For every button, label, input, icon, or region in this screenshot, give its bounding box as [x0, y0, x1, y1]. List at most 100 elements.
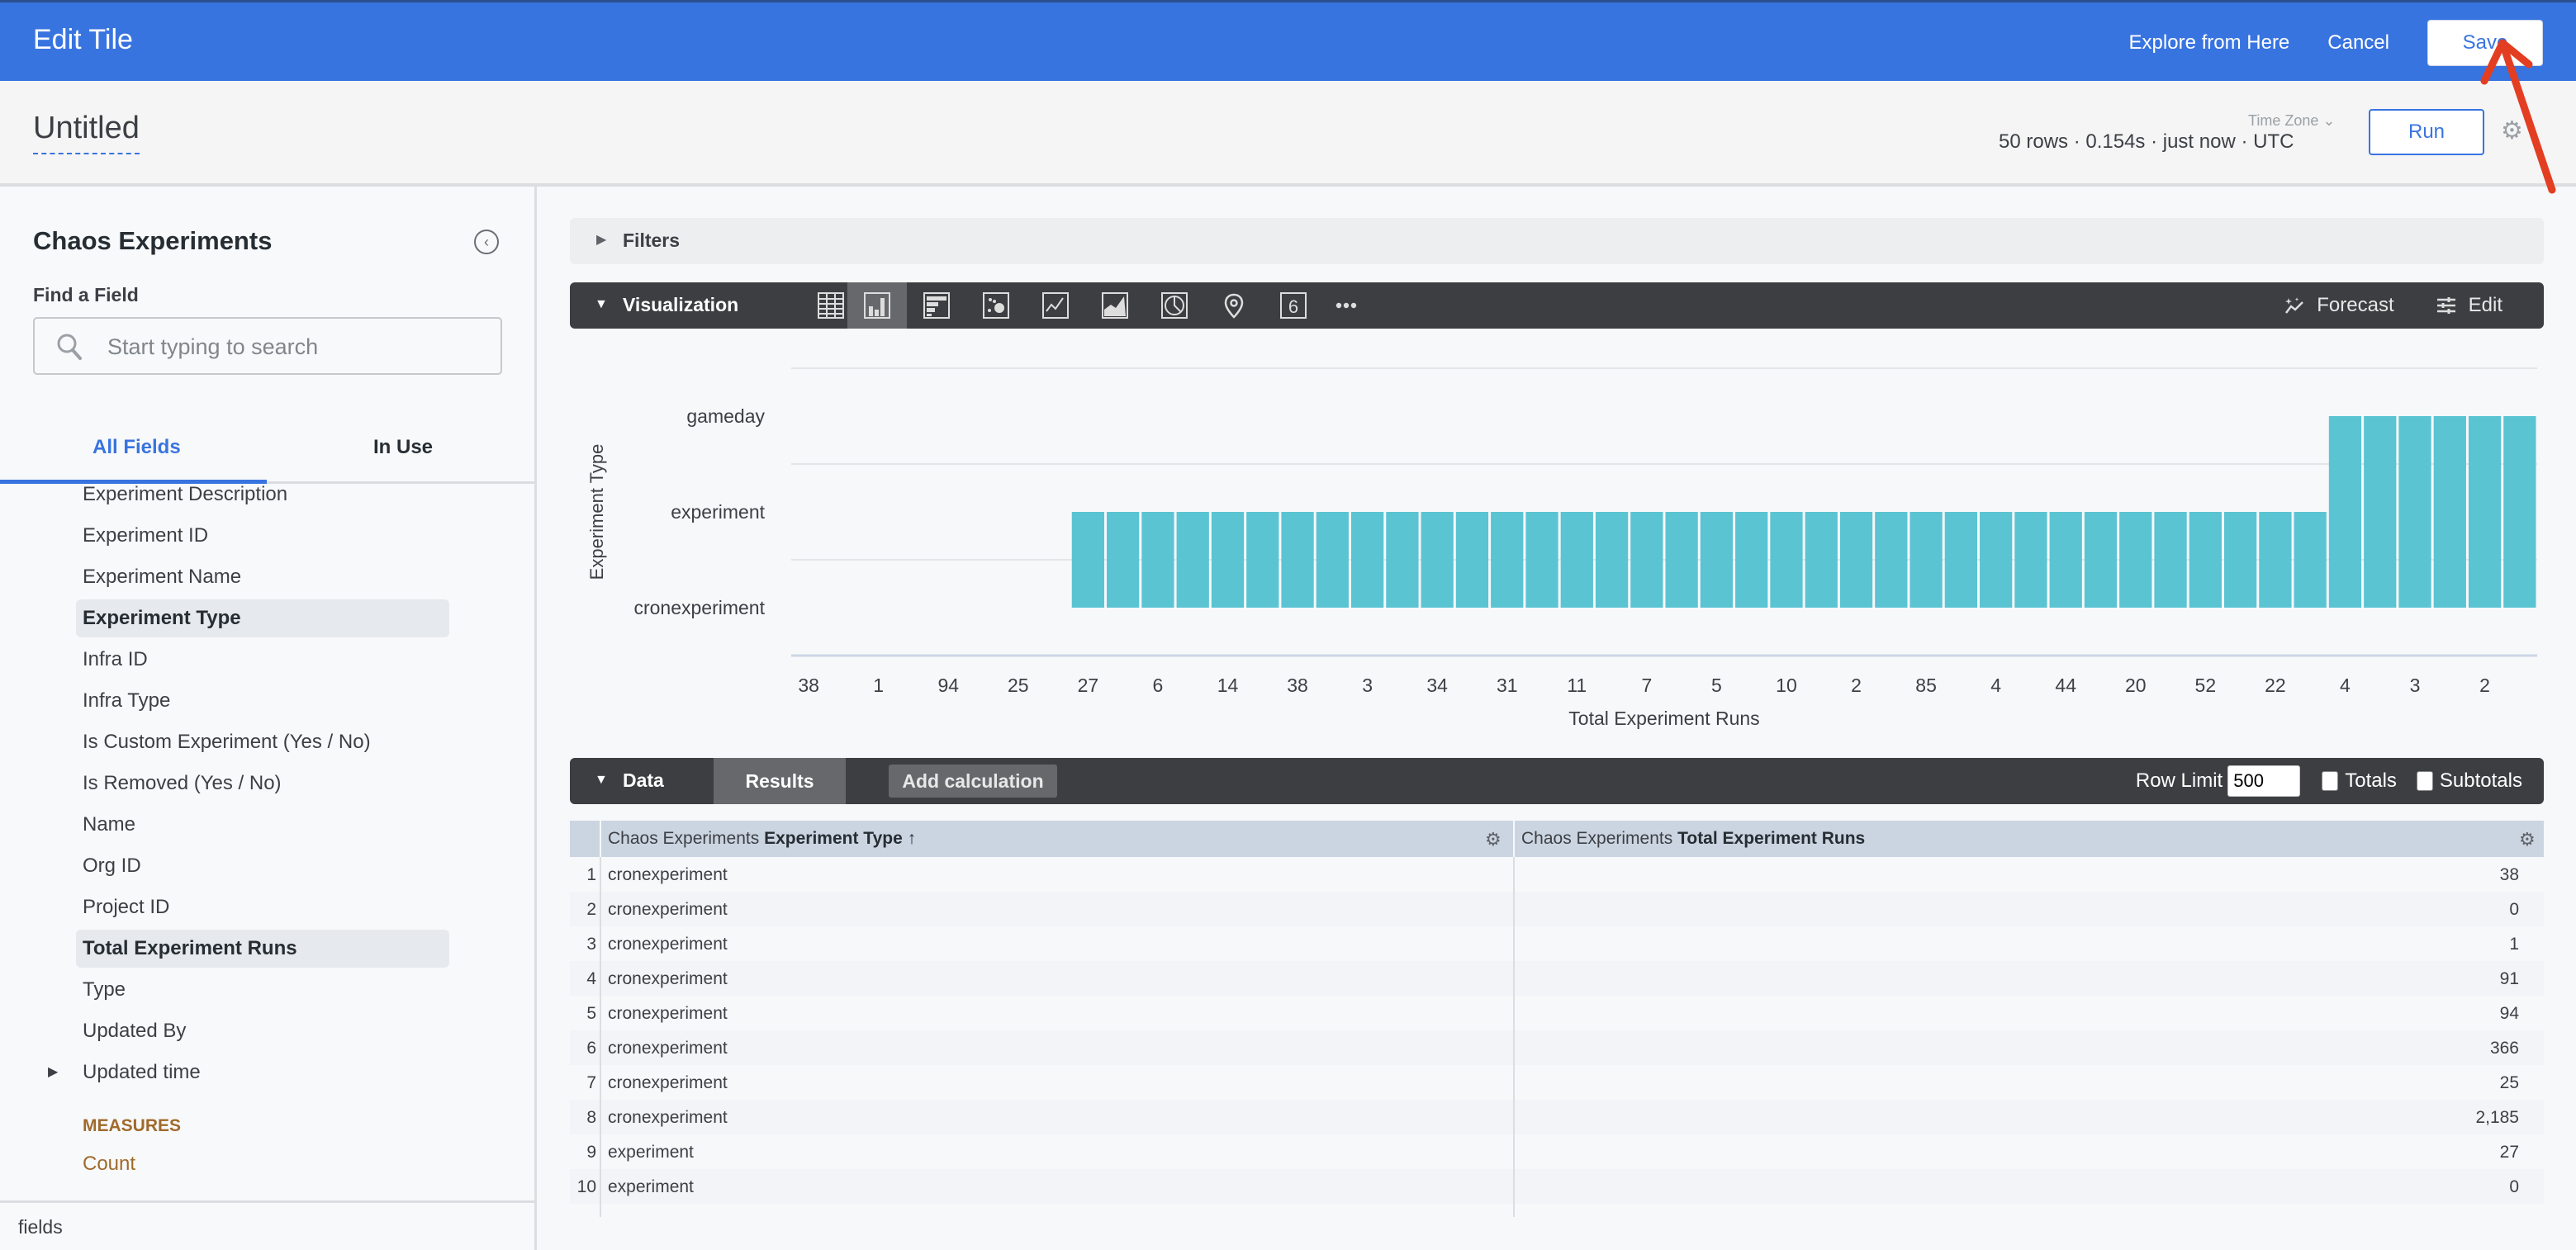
add-calculation-button[interactable]: Add calculation [889, 765, 1057, 798]
pie-chart-icon[interactable] [1145, 282, 1204, 329]
cell-total-runs[interactable]: 25 [2500, 1073, 2519, 1093]
more-icon[interactable] [1316, 282, 1376, 329]
row-limit-input[interactable] [2227, 765, 2301, 797]
data-toolbar: ▼ Data Results Add calculation Row Limit… [570, 758, 2544, 804]
single-value-icon[interactable]: 6 [1264, 282, 1323, 329]
bar [2189, 512, 2222, 608]
field-group-updated-time[interactable]: ▶ Updated time [48, 1054, 449, 1091]
x-tick-label: 94 [937, 675, 959, 696]
cell-total-runs[interactable]: 2,185 [2475, 1108, 2519, 1128]
gear-icon[interactable]: ⚙ [1485, 829, 1501, 850]
save-button[interactable]: Save [2427, 20, 2543, 66]
line-chart-icon[interactable] [1026, 282, 1085, 329]
column-chart: cronexperiment experiment gameday Experimen… [586, 367, 2537, 729]
explore-from-here-link[interactable]: Explore from Here [2129, 31, 2290, 54]
gear-icon[interactable]: ⚙ [2519, 829, 2536, 850]
cell-total-runs[interactable]: 0 [2509, 900, 2519, 920]
cell-total-runs[interactable]: 91 [2500, 969, 2519, 989]
field-item[interactable]: Is Removed (Yes / No) [76, 765, 449, 803]
x-tick-label: 2 [2479, 675, 2490, 696]
visualization-label[interactable]: Visualization [623, 294, 738, 316]
field-item-selected[interactable]: Total Experiment Runs [76, 930, 449, 968]
field-label: Experiment ID [83, 524, 209, 547]
cell-experiment-type[interactable]: cronexperiment [608, 935, 728, 954]
cell-total-runs[interactable]: 0 [2509, 1177, 2519, 1197]
forecast-button[interactable]: Forecast [2284, 294, 2394, 317]
cell-total-runs[interactable]: 27 [2500, 1143, 2519, 1162]
field-item[interactable]: Experiment Name [76, 558, 449, 596]
field-item[interactable]: Updated By [76, 1012, 449, 1050]
cell-experiment-type[interactable]: cronexperiment [608, 1039, 728, 1058]
caret-down-icon[interactable]: ▼ [595, 773, 608, 788]
tab-in-use[interactable]: In Use [373, 436, 433, 459]
field-item[interactable]: Infra Type [76, 682, 449, 720]
field-item[interactable]: Org ID [76, 847, 449, 885]
field-item[interactable]: Experiment ID [76, 517, 449, 555]
cell-experiment-type[interactable]: cronexperiment [608, 900, 728, 920]
table-row: 9 experiment 27 [570, 1134, 2544, 1169]
bar [1141, 512, 1174, 608]
column-chart-icon[interactable] [847, 282, 907, 329]
gear-icon[interactable]: ⚙ [2501, 119, 2526, 144]
field-item[interactable]: Name [76, 806, 449, 844]
bar [1980, 512, 2013, 608]
tab-results[interactable]: Results [714, 758, 846, 804]
field-item-selected[interactable]: Experiment Type [76, 599, 449, 637]
cell-experiment-type[interactable]: cronexperiment [608, 969, 728, 989]
cell-experiment-type[interactable]: cronexperiment [608, 1004, 728, 1024]
field-item[interactable]: Project ID [76, 888, 449, 926]
cell-total-runs[interactable]: 94 [2500, 1004, 2519, 1024]
cell-total-runs[interactable]: 1 [2509, 935, 2519, 954]
edit-viz-button[interactable]: Edit [2436, 294, 2502, 317]
collapse-sidebar-icon[interactable]: ‹ [474, 230, 499, 254]
data-label[interactable]: Data [623, 769, 664, 792]
svg-text:6: 6 [1288, 296, 1298, 317]
field-tabs: All Fields In Use [0, 418, 537, 484]
field-item[interactable]: Type [76, 971, 449, 1009]
cell-experiment-type[interactable]: cronexperiment [608, 865, 728, 885]
query-header: Untitled Time Zone ⌄ 50 rows · 0.154s · … [0, 81, 2576, 187]
sidebar-footer: fields [0, 1200, 537, 1250]
column-header-total-runs[interactable]: Chaos Experiments Total Experiment Runs [1521, 829, 1865, 849]
filters-section[interactable]: ▶ Filters [570, 218, 2544, 264]
cell-experiment-type[interactable]: cronexperiment [608, 1108, 728, 1128]
cell-total-runs[interactable]: 38 [2500, 865, 2519, 885]
cell-experiment-type[interactable]: experiment [608, 1177, 694, 1197]
x-tick-label: 4 [1990, 675, 2001, 696]
field-item[interactable]: Is Custom Experiment (Yes / No) [76, 723, 449, 761]
caret-down-icon[interactable]: ▼ [595, 297, 608, 312]
cell-experiment-type[interactable]: experiment [608, 1143, 694, 1162]
field-search-input[interactable] [107, 330, 487, 363]
measure-item[interactable]: Count [83, 1153, 135, 1176]
field-item[interactable]: Experiment Description [76, 476, 449, 514]
column-header-experiment-type[interactable]: Chaos Experiments Experiment Type ↑ [608, 829, 916, 849]
table-row: 5 cronexperiment 94 [570, 996, 2544, 1030]
tab-all-fields[interactable]: All Fields [93, 436, 181, 459]
cell-experiment-type[interactable]: cronexperiment [608, 1073, 728, 1093]
area-chart-icon[interactable] [1085, 282, 1145, 329]
tile-title-input[interactable]: Untitled [33, 111, 140, 154]
x-tick-label: 10 [1776, 675, 1797, 696]
x-tick-label: 14 [1217, 675, 1239, 696]
map-pin-icon[interactable] [1204, 282, 1264, 329]
y-tick-label: gameday [686, 405, 765, 427]
bar [2328, 416, 2362, 608]
row-number: 9 [586, 1143, 596, 1162]
bar [1944, 512, 1978, 608]
table-row: 3 cronexperiment 1 [570, 926, 2544, 961]
subtotals-checkbox[interactable] [2416, 771, 2433, 791]
cell-total-runs[interactable]: 366 [2490, 1039, 2519, 1058]
table-row: 1 cronexperiment 38 [570, 857, 2544, 892]
timezone-dropdown[interactable]: Time Zone ⌄ [2248, 112, 2335, 130]
bar [2468, 416, 2502, 608]
field-search[interactable] [33, 317, 502, 375]
scatter-icon[interactable] [966, 282, 1026, 329]
cancel-button[interactable]: Cancel [2327, 31, 2389, 54]
field-item[interactable]: Infra ID [76, 641, 449, 679]
bar-chart-icon[interactable] [907, 282, 966, 329]
run-button[interactable]: Run [2369, 109, 2484, 155]
x-tick-label: 38 [1287, 675, 1308, 696]
totals-checkbox[interactable] [2322, 771, 2339, 791]
data-options: Row Limit Totals Subtotals [2136, 758, 2522, 804]
x-axis-label: Total Experiment Runs [1568, 708, 1759, 729]
